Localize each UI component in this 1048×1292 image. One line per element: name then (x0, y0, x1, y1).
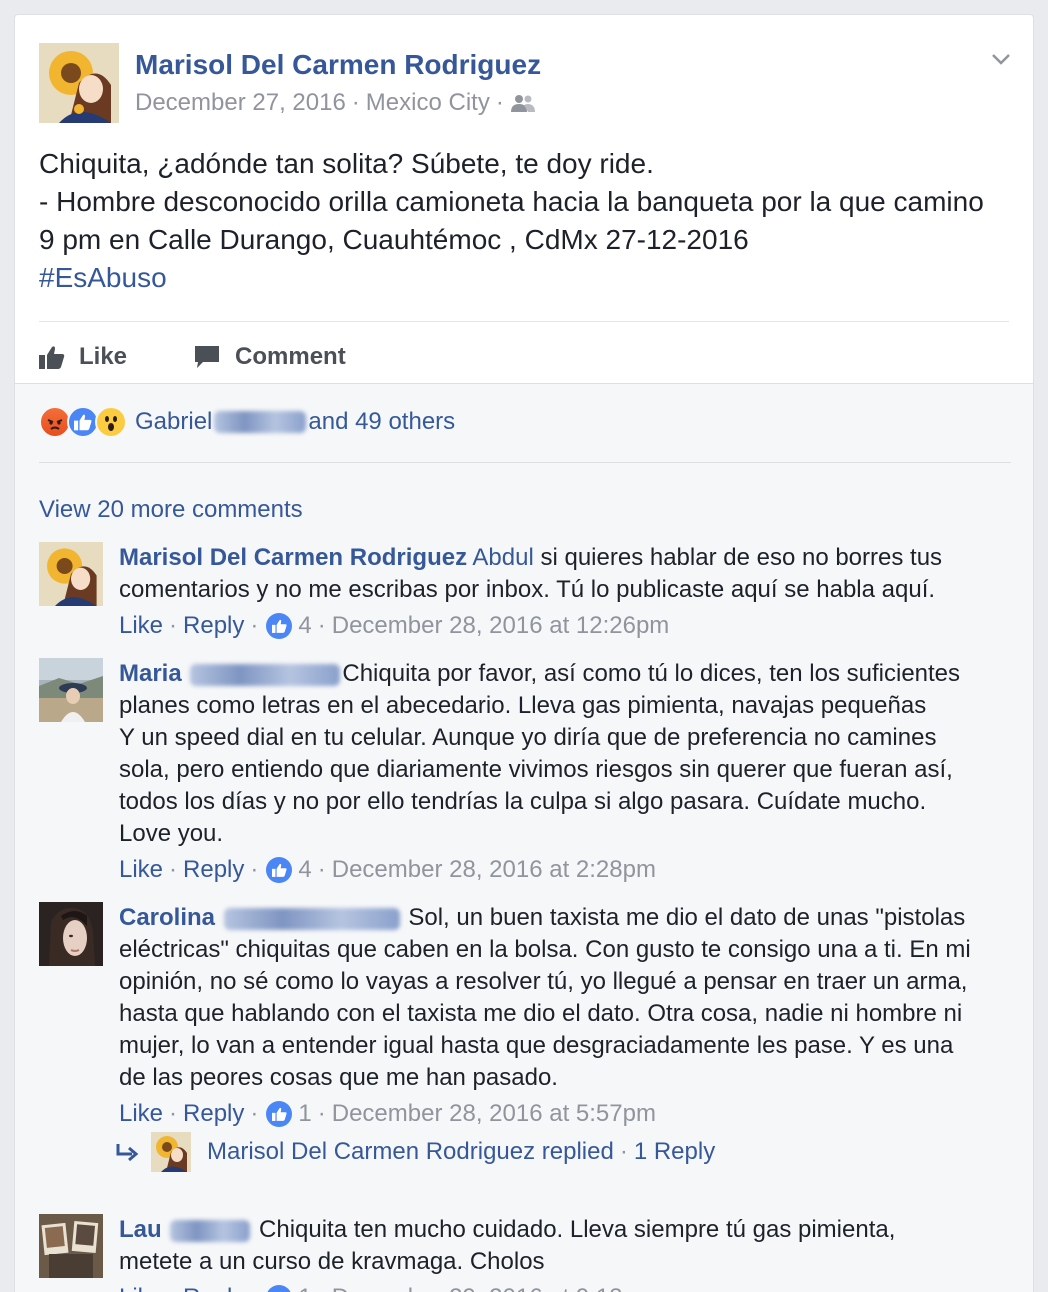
comment-text: hasta que hablando con el taxista me dio… (119, 1000, 963, 1027)
blurred-name (223, 907, 400, 930)
post-text: Chiquita, ¿adónde tan solita? Súbete, te… (39, 145, 1019, 297)
comment-text: sola, pero entiendo que diariamente vivi… (119, 756, 953, 783)
post-meta: December 27, 2016 · Mexico City · (135, 89, 536, 117)
comment-label: Comment (235, 343, 346, 370)
comment-like-link[interactable]: Like (119, 1282, 163, 1292)
commenter-name[interactable]: Carolina (119, 904, 215, 931)
comment-text: Y un speed dial en tu celular. Aunque yo… (119, 724, 937, 751)
comment-like-link[interactable]: Like (119, 1098, 163, 1130)
comment-body: Marisol Del Carmen Rodriguez Abdul si qu… (119, 542, 999, 642)
comment-text: Love you. (119, 820, 224, 847)
comment-text: comentarios y no me escribas por inbox. … (119, 576, 936, 603)
comment-button[interactable]: Comment (193, 343, 346, 371)
comment-like-link[interactable]: Like (119, 854, 163, 886)
comment-like-count[interactable]: 1 (298, 1282, 311, 1292)
comment-like-count[interactable]: 4 (298, 610, 311, 642)
comment-timestamp[interactable]: December 29, 2016 at 9:13pm (332, 1282, 656, 1292)
author-avatar[interactable] (39, 43, 119, 123)
comment-like-count[interactable]: 4 (298, 854, 311, 886)
comment-text: metete a un curso de kravmaga. Cholos (119, 1248, 545, 1275)
comment-body: Lau Chiquita ten mucho cuidado. Lleva si… (119, 1214, 999, 1292)
commenter-avatar[interactable] (39, 1214, 103, 1278)
like-count-icon[interactable] (266, 1285, 293, 1292)
reaction-others[interactable]: and 49 others (308, 408, 455, 436)
commenter-avatar[interactable] (39, 542, 103, 606)
view-more-comments-link[interactable]: View 20 more comments (39, 496, 303, 524)
comment-timestamp[interactable]: December 28, 2016 at 2:28pm (332, 854, 656, 886)
divider (39, 321, 1009, 322)
comment-text: Sol, un buen taxista me dio el dato de u… (401, 904, 966, 931)
comment-reply-link[interactable]: Reply (183, 1282, 244, 1292)
comment-text: Chiquita ten mucho cuidado. Lleva siempr… (252, 1216, 896, 1243)
like-button[interactable]: Like (39, 343, 127, 371)
reply-count: 1 Reply (633, 1138, 716, 1165)
blurred-name (190, 663, 341, 686)
comment-text: todos los días y no por ello tendrías la… (119, 788, 927, 815)
reply-arrow-icon (116, 1144, 139, 1162)
commenter-name[interactable]: Lau (119, 1216, 162, 1243)
post-date[interactable]: December 27, 2016 (135, 89, 346, 117)
comment-footer: Like · Reply · 1 · December 28, 2016 at … (119, 1098, 999, 1130)
reply-avatar (151, 1132, 191, 1172)
comment-footer: Like · Reply · 1 · December 29, 2016 at … (119, 1282, 999, 1292)
commenter-avatar[interactable] (39, 902, 103, 966)
comment-text: opinión, no sé como lo vayas a resolver … (119, 968, 968, 995)
like-count-icon[interactable] (266, 857, 293, 883)
comment-text: mujer, lo van a entender igual hasta que… (119, 1032, 954, 1059)
post-text-line: 9 pm en Calle Durango, Cuauhtémoc , CdMx… (39, 224, 749, 255)
commenter-name[interactable]: Maria (119, 660, 182, 687)
blurred-name (170, 1219, 251, 1242)
comment-footer: Like · Reply · 4 · December 28, 2016 at … (119, 854, 999, 886)
comment-text: planes como letras en el abecedario. Lle… (119, 692, 927, 719)
comment-footer: Like · Reply · 4 · December 28, 2016 at … (119, 610, 999, 642)
comment-text: de las peores cosas que me han pasado. (119, 1064, 558, 1091)
hashtag-link[interactable]: #EsAbuso (39, 259, 1019, 297)
post-card: Marisol Del Carmen Rodriguez December 27… (14, 14, 1034, 1292)
reply-thread-text: Marisol Del Carmen Rodriguez replied (207, 1138, 614, 1165)
post-text-line: Chiquita, ¿adónde tan solita? Súbete, te… (39, 148, 654, 179)
comment-text: eléctricas" chiquitas que caben en la bo… (119, 936, 971, 963)
reply-thread-link[interactable]: Marisol Del Carmen Rodriguez replied · 1… (115, 1132, 715, 1172)
comment-text: si quieres hablar de eso no borres tus (533, 544, 943, 571)
post-text-line: - Hombre desconocido orilla camioneta ha… (39, 186, 984, 217)
comment-reply-link[interactable]: Reply (183, 610, 244, 642)
post-author-name[interactable]: Marisol Del Carmen Rodriguez (135, 49, 541, 81)
post-actions: Like Comment (39, 337, 412, 377)
thumbs-up-icon (39, 346, 65, 369)
commenter-name[interactable]: Marisol Del Carmen Rodriguez (119, 544, 467, 571)
chevron-down-icon[interactable] (989, 47, 1013, 71)
comment-reply-link[interactable]: Reply (183, 1098, 244, 1130)
comment-timestamp[interactable]: December 28, 2016 at 12:26pm (332, 610, 670, 642)
like-count-icon[interactable] (266, 1101, 293, 1127)
blurred-name (214, 411, 307, 433)
comment-like-count[interactable]: 1 (298, 1098, 311, 1130)
friends-icon[interactable] (510, 93, 536, 113)
mention-link[interactable]: Abdul (472, 544, 533, 571)
post-header: Marisol Del Carmen Rodriguez December 27… (39, 43, 999, 123)
comment-like-link[interactable]: Like (119, 610, 163, 642)
comment-timestamp[interactable]: December 28, 2016 at 5:57pm (332, 1098, 656, 1130)
post-location[interactable]: Mexico City (366, 89, 490, 117)
like-count-icon[interactable] (266, 613, 293, 639)
reactions-summary[interactable]: Gabriel and 49 others (39, 406, 455, 438)
wow-icon (95, 406, 127, 438)
comment-body: Carolina Sol, un buen taxista me dio el … (119, 902, 999, 1130)
comments-section: Gabriel and 49 others View 20 more comme… (15, 383, 1033, 1292)
like-label: Like (79, 343, 128, 370)
comment-text: Chiquita por favor, así como tú lo dices… (342, 660, 961, 687)
comment-reply-link[interactable]: Reply (183, 854, 244, 886)
comment-body: Maria Chiquita por favor, así como tú lo… (119, 658, 999, 886)
reaction-name[interactable]: Gabriel (135, 408, 212, 436)
commenter-avatar[interactable] (39, 658, 103, 722)
divider (39, 462, 1011, 463)
comment-icon (195, 346, 220, 368)
